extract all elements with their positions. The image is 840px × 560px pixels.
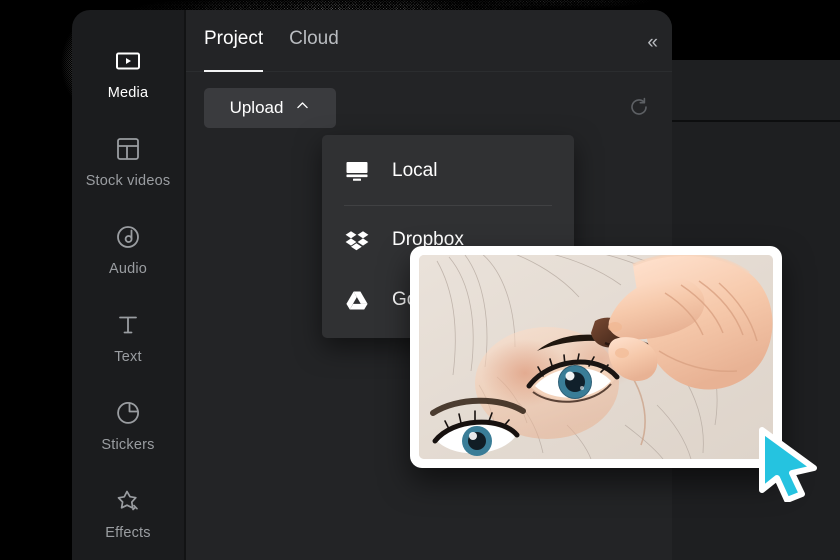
upload-button[interactable]: Upload: [204, 88, 336, 128]
drag-preview-thumbnail: [419, 255, 773, 459]
menu-item-label: Local: [392, 160, 438, 181]
sidebar-item-effects[interactable]: Effects: [72, 470, 184, 558]
sidebar-item-label: Stock videos: [85, 173, 171, 189]
text-t-icon: [114, 311, 142, 339]
tab-label: Cloud: [289, 27, 339, 49]
audio-note-icon: [114, 223, 142, 251]
portrait-drawing-illustration: [419, 255, 773, 459]
arrow-pointer-cursor: [752, 424, 822, 503]
tab-label: Project: [204, 27, 264, 49]
sticker-circle-icon: [114, 399, 142, 427]
sidebar-rail: Media Stock videos Audio Text Stickers E…: [72, 10, 186, 560]
sidebar-item-audio[interactable]: Audio: [72, 206, 184, 294]
sidebar-item-text[interactable]: Text: [72, 294, 184, 382]
sidebar-item-stickers[interactable]: Stickers: [72, 382, 184, 470]
google-drive-icon: [344, 287, 370, 313]
effects-star-icon: [114, 487, 142, 515]
sidebar-item-label: Media: [107, 85, 149, 101]
panel-tabbar: Project Cloud «: [186, 10, 672, 72]
dropbox-icon: [344, 227, 370, 253]
monitor-icon: [344, 158, 370, 184]
sidebar-item-label: Effects: [105, 525, 151, 541]
sidebar-item-label: Stickers: [101, 437, 155, 453]
screen: Media Stock videos Audio Text Stickers E…: [0, 0, 840, 560]
layout-grid-icon: [114, 135, 142, 163]
tab-project[interactable]: Project: [204, 27, 264, 72]
chevron-up-icon: [295, 98, 310, 118]
sidebar-item-stock-videos[interactable]: Stock videos: [72, 118, 184, 206]
panel-toolbar: Upload: [186, 72, 672, 136]
sidebar-item-label: Text: [114, 349, 142, 365]
collapse-panel-button[interactable]: «: [647, 32, 657, 54]
sidebar-item-label: Audio: [108, 261, 148, 277]
tab-cloud[interactable]: Cloud: [289, 28, 339, 54]
refresh-icon[interactable]: [628, 96, 650, 118]
menu-divider: [344, 205, 552, 206]
sidebar-item-media[interactable]: Media: [72, 30, 184, 118]
menu-item-local[interactable]: Local: [322, 141, 574, 201]
drag-preview-card[interactable]: [410, 246, 782, 468]
upload-button-label: Upload: [229, 98, 284, 117]
media-play-rect-icon: [114, 47, 142, 75]
